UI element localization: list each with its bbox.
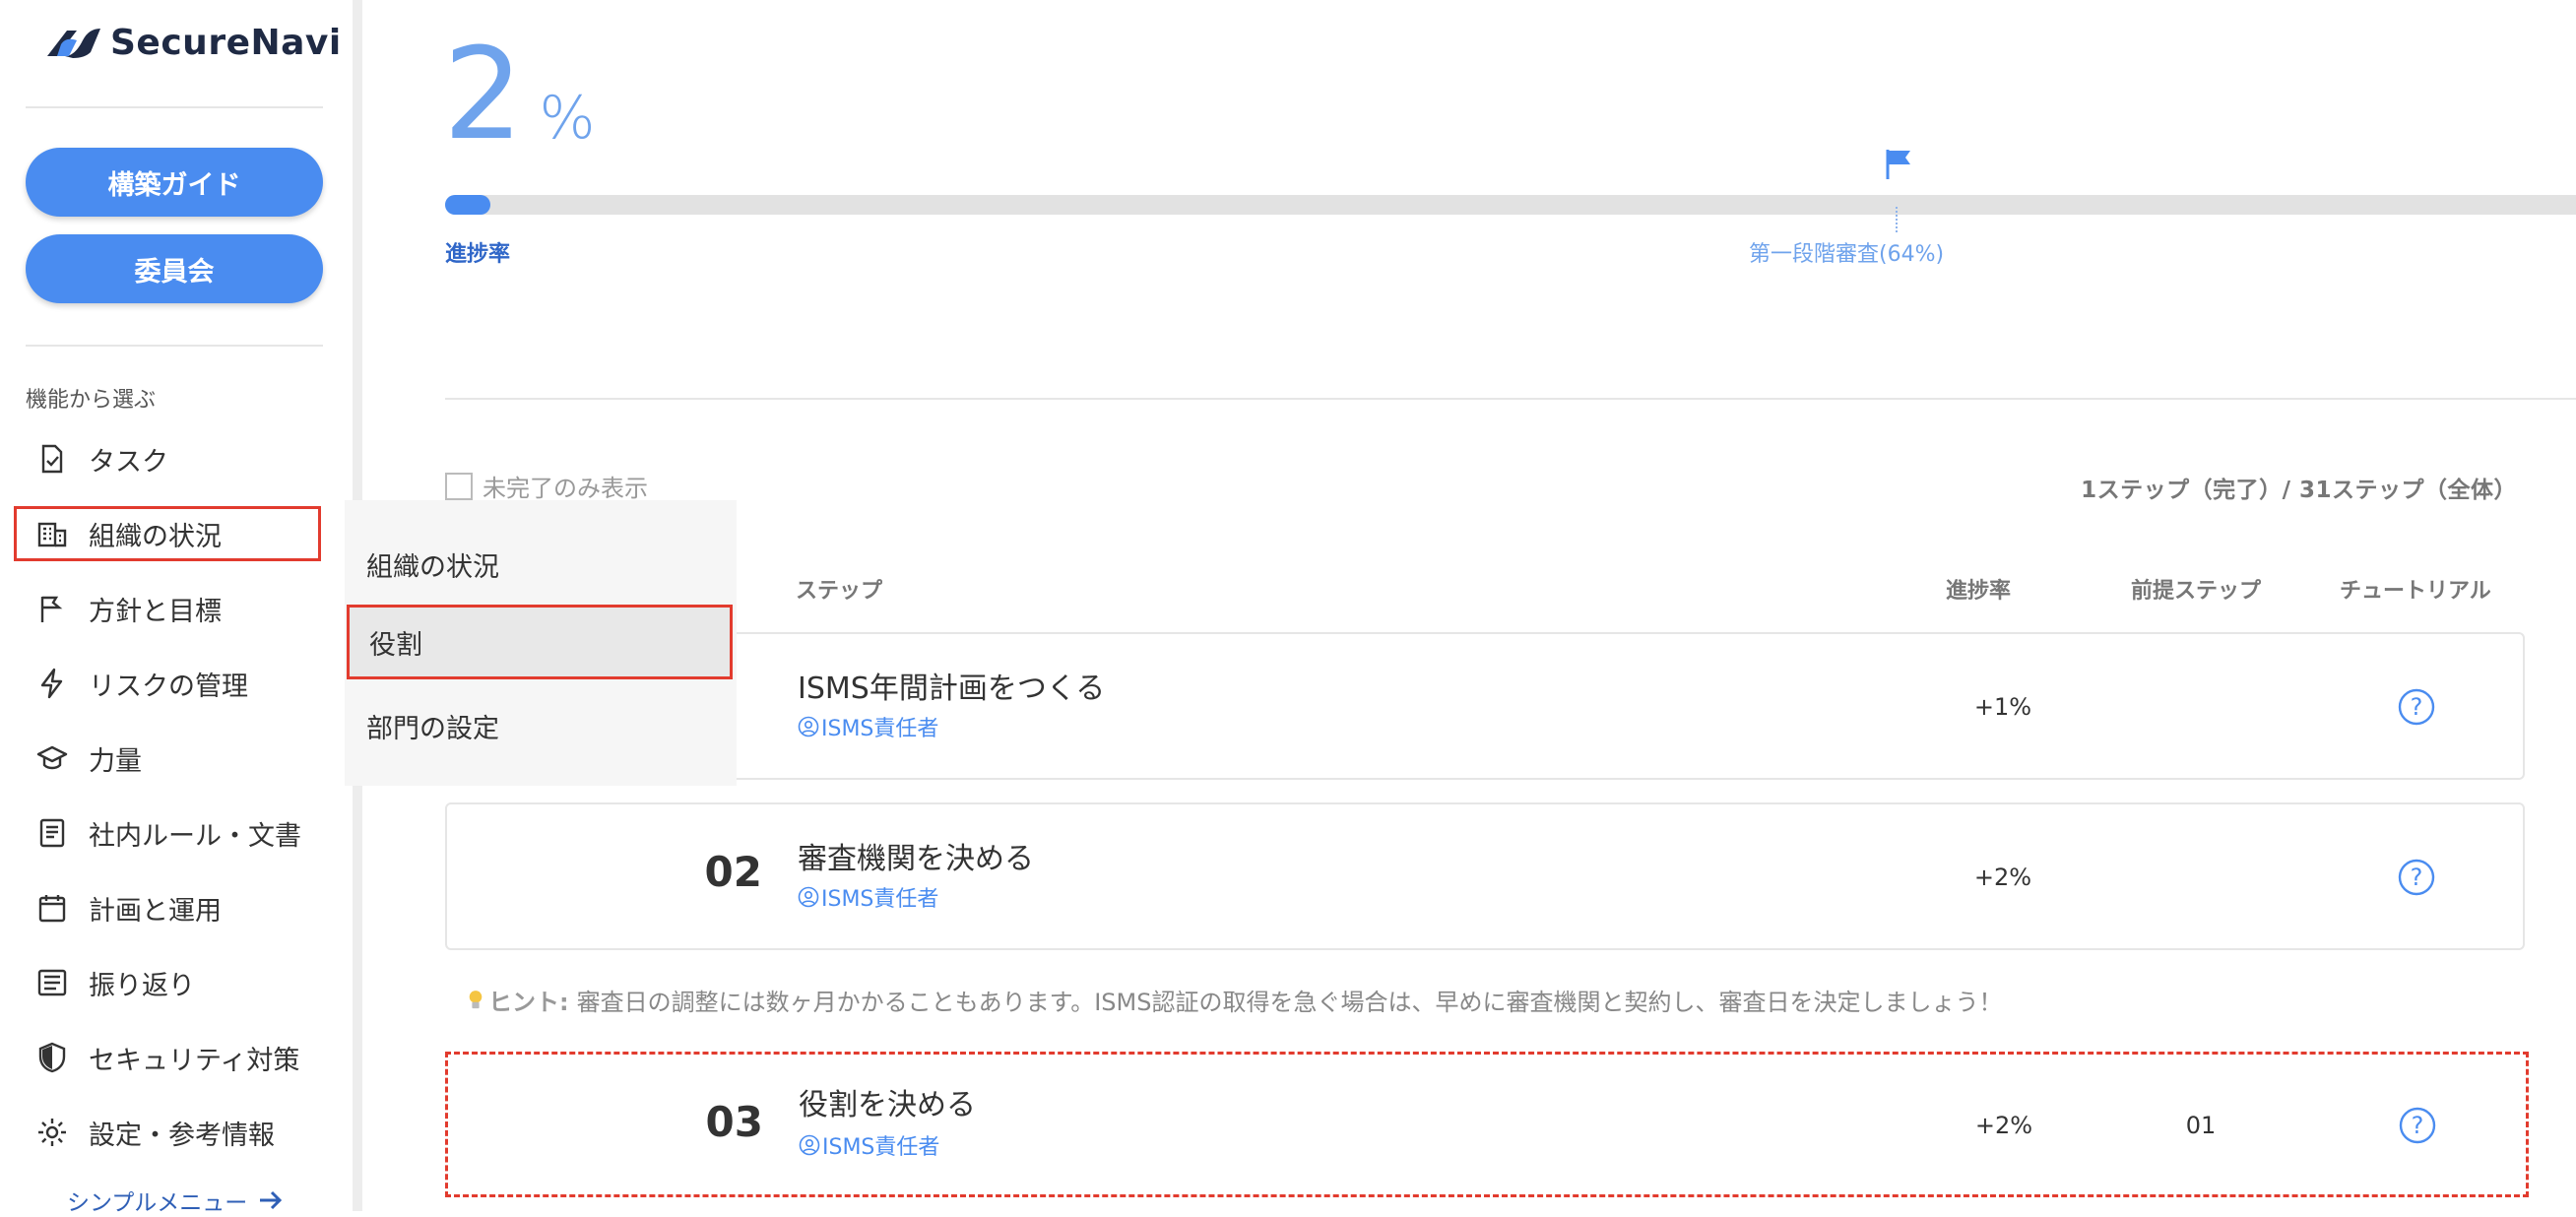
shield-icon xyxy=(35,1041,69,1074)
progress-bar-fill xyxy=(445,195,490,215)
securenavi-logo-icon xyxy=(47,29,100,58)
divider xyxy=(445,398,2576,400)
column-header-progress: 進捗率 xyxy=(1946,579,2012,604)
progress-number: 2 xyxy=(443,22,524,168)
progress-unit: % xyxy=(539,84,596,153)
svg-text:?: ? xyxy=(2411,864,2423,891)
sidebar-item-label: 組織の状況 xyxy=(89,521,222,552)
step-count: 1ステップ（完了）/ 31ステップ（全体） xyxy=(2081,478,2517,503)
simple-menu-label: シンプルメニュー xyxy=(67,1190,248,1216)
sidebar-item-label: セキュリティ対策 xyxy=(89,1045,300,1076)
flag-icon xyxy=(35,592,69,625)
column-header-prereq: 前提ステップ xyxy=(2131,579,2262,604)
sidebar-item-review[interactable]: 振り返り xyxy=(14,955,321,1010)
submenu-item-organization-status[interactable]: 組織の状況 xyxy=(366,545,499,584)
step-progress: +2% xyxy=(1974,1112,2033,1139)
calendar-icon xyxy=(35,891,69,925)
step-role-label: ISMS責任者 xyxy=(821,887,939,912)
simple-menu-link[interactable]: シンプルメニュー xyxy=(67,1184,285,1217)
overall-progress-value: 2% xyxy=(443,22,595,168)
sidebar-item-policy[interactable]: 方針と目標 xyxy=(14,581,321,636)
sidebar-item-label: リスクの管理 xyxy=(89,671,248,702)
hint-text: 審査日の調整には数ヶ月かかることもあります。ISMS認証の取得を急ぐ場合は、早め… xyxy=(576,989,2003,1016)
divider xyxy=(26,106,323,108)
column-header-tutorial: チュートリアル xyxy=(2340,579,2491,604)
logo-text: SecureNavi xyxy=(110,22,342,63)
step-progress: +1% xyxy=(1973,693,2032,721)
incomplete-only-checkbox[interactable] xyxy=(445,472,473,500)
sidebar-item-label: 計画と運用 xyxy=(89,895,222,927)
step-number: 02 xyxy=(704,848,762,896)
lightning-icon xyxy=(35,667,69,700)
step-title[interactable]: 審査機関を決める xyxy=(798,834,1034,877)
user-circle-icon xyxy=(798,716,819,737)
help-icon[interactable]: ? xyxy=(2398,1106,2437,1145)
table-row[interactable]: ISMS年間計画をつくる ISMS責任者 +1% ? xyxy=(445,632,2525,780)
step-title[interactable]: 役割を決める xyxy=(799,1080,976,1123)
sidebar-item-settings[interactable]: 設定・参考情報 xyxy=(14,1105,321,1160)
progress-bar xyxy=(445,195,2576,215)
section-label: 機能から選ぶ xyxy=(26,388,157,413)
milestone-marker xyxy=(1896,207,1898,232)
document-icon xyxy=(35,816,69,850)
table-row[interactable]: 02 審査機関を決める ISMS責任者 +2% ? xyxy=(445,802,2525,950)
organization-submenu: 組織の状況 役割 部門の設定 xyxy=(345,500,737,786)
milestone-flag-icon xyxy=(1886,150,1910,179)
sidebar-item-label: タスク xyxy=(89,446,168,478)
sidebar-item-label: 社内ルール・文書 xyxy=(89,820,301,852)
step-number: 03 xyxy=(705,1098,763,1146)
milestone-label: 第一段階審査(64%) xyxy=(1749,242,1945,267)
sidebar-item-competence[interactable]: 力量 xyxy=(14,731,321,786)
task-check-icon xyxy=(35,442,69,476)
user-circle-icon xyxy=(798,886,819,908)
step-progress: +2% xyxy=(1973,864,2032,891)
step-role: ISMS責任者 xyxy=(798,881,938,913)
list-icon xyxy=(35,966,69,999)
sidebar-item-label: 振り返り xyxy=(89,970,195,1001)
incomplete-only-filter[interactable]: 未完了のみ表示 xyxy=(445,469,648,503)
sidebar-item-label: 設定・参考情報 xyxy=(89,1120,275,1151)
step-prereq: 01 xyxy=(2185,1112,2217,1139)
hint-label: ヒント: xyxy=(488,989,569,1016)
step-title[interactable]: ISMS年間計画をつくる xyxy=(798,664,1105,707)
committee-button[interactable]: 委員会 xyxy=(26,234,323,303)
building-icon xyxy=(35,517,69,550)
guide-button[interactable]: 構築ガイド xyxy=(26,148,323,217)
column-header-step: ステップ xyxy=(796,579,883,604)
step-role-label: ISMS責任者 xyxy=(821,717,939,741)
sidebar-item-risk[interactable]: リスクの管理 xyxy=(14,656,321,711)
step-role: ISMS責任者 xyxy=(798,711,938,742)
sidebar-item-rules[interactable]: 社内ルール・文書 xyxy=(14,805,321,861)
logo[interactable]: SecureNavi xyxy=(43,18,342,67)
sidebar-item-planning[interactable]: 計画と運用 xyxy=(14,880,321,935)
progress-label: 進捗率 xyxy=(445,242,511,267)
submenu-item-departments[interactable]: 部門の設定 xyxy=(366,707,499,745)
table-row-highlighted[interactable]: 03 役割を決める ISMS責任者 +2% 01 ? xyxy=(445,1052,2529,1197)
hint-message: ヒント: 審査日の調整には数ヶ月かかることもあります。ISMS認証の取得を急ぐ場… xyxy=(467,983,2002,1017)
lightbulb-icon xyxy=(469,990,483,1008)
svg-text:?: ? xyxy=(2411,693,2423,721)
sidebar-item-label: 力量 xyxy=(89,745,142,777)
sidebar-item-security[interactable]: セキュリティ対策 xyxy=(14,1030,321,1085)
sidebar-item-task[interactable]: タスク xyxy=(14,431,321,486)
sidebar-item-organization[interactable]: 組織の状況 xyxy=(14,506,321,561)
incomplete-only-label: 未完了のみ表示 xyxy=(483,475,648,502)
sidebar: SecureNavi 構築ガイド 委員会 機能から選ぶ タスク 組織の状況 方針… xyxy=(0,0,353,1216)
help-icon[interactable]: ? xyxy=(2397,858,2436,897)
svg-text:?: ? xyxy=(2412,1112,2424,1139)
gear-icon xyxy=(35,1116,69,1149)
divider xyxy=(26,345,323,347)
user-circle-icon xyxy=(799,1134,820,1156)
step-role-label: ISMS責任者 xyxy=(822,1135,940,1160)
help-icon[interactable]: ? xyxy=(2397,687,2436,727)
step-role: ISMS責任者 xyxy=(799,1129,939,1161)
submenu-item-roles[interactable]: 役割 xyxy=(347,605,733,679)
arrow-right-icon xyxy=(260,1190,283,1210)
graduation-cap-icon xyxy=(35,741,69,775)
sidebar-item-label: 方針と目標 xyxy=(89,596,222,627)
